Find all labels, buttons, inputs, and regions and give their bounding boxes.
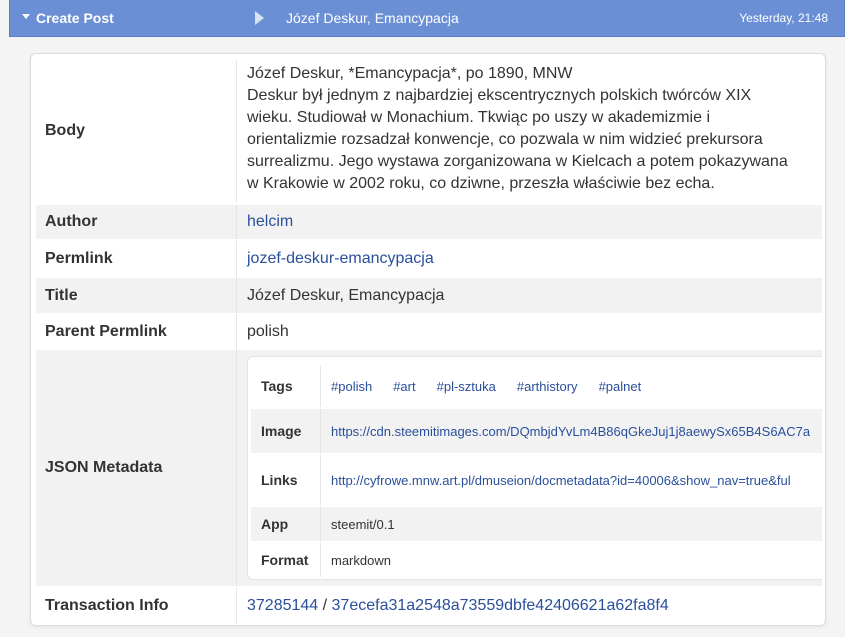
- operation-header[interactable]: Create Post Józef Deskur, Emancypacja Ye…: [9, 0, 845, 37]
- transaction-info-label: Transaction Info: [36, 588, 237, 624]
- meta-format-label: Format: [251, 543, 321, 577]
- tag-link[interactable]: #palnet: [599, 379, 642, 394]
- body-text: Józef Deskur, *Emancypacja*, po 1890, MN…: [247, 65, 788, 192]
- meta-links-link[interactable]: http://cyfrowe.mnw.art.pl/dmuseion/docme…: [331, 473, 791, 488]
- meta-tags-label: Tags: [251, 365, 321, 407]
- body-row: Body Józef Deskur, *Emancypacja*, po 189…: [36, 60, 822, 202]
- tag-link[interactable]: #pl-sztuka: [437, 379, 496, 394]
- title-value: Józef Deskur, Emancypacja: [247, 286, 445, 304]
- tag-link[interactable]: #polish: [331, 379, 372, 394]
- post-title: Józef Deskur, Emancypacja: [286, 10, 459, 26]
- block-number-link[interactable]: 37285144: [247, 597, 318, 615]
- meta-format-row: Format markdown: [251, 543, 822, 577]
- meta-image-link[interactable]: https://cdn.steemitimages.com/DQmbjdYvLm…: [331, 424, 810, 439]
- timestamp: Yesterday, 21:48: [739, 11, 828, 25]
- title-row: Title Józef Deskur, Emancypacja: [36, 278, 822, 313]
- meta-links-label: Links: [251, 455, 321, 505]
- author-label: Author: [36, 205, 237, 239]
- separator: /: [318, 597, 332, 614]
- permlink-link[interactable]: jozef-deskur-emancypacja: [247, 250, 434, 268]
- parent-permlink-label: Parent Permlink: [36, 314, 237, 349]
- tag-link[interactable]: #arthistory: [517, 379, 578, 394]
- meta-image-label: Image: [251, 409, 321, 453]
- parent-permlink-row: Parent Permlink polish: [36, 314, 822, 349]
- body-value: Józef Deskur, *Emancypacja*, po 1890, MN…: [237, 60, 822, 202]
- tag-link[interactable]: #art: [393, 379, 415, 394]
- operation-details-card: Body Józef Deskur, *Emancypacja*, po 189…: [30, 53, 826, 626]
- json-metadata-row: JSON Metadata Tags #polish #art #pl-sztu…: [36, 350, 822, 586]
- author-row: Author helcim: [36, 205, 822, 239]
- meta-links-row: Links http://cyfrowe.mnw.art.pl/dmuseion…: [251, 455, 822, 505]
- body-label: Body: [36, 60, 237, 202]
- meta-format-value: markdown: [331, 552, 391, 568]
- meta-tags-value: #polish #art #pl-sztuka #arthistory #pal…: [321, 365, 822, 407]
- meta-tags-row: Tags #polish #art #pl-sztuka #arthistory…: [251, 365, 822, 407]
- parent-permlink-value: polish: [247, 322, 289, 340]
- json-metadata-table: Tags #polish #art #pl-sztuka #arthistory…: [247, 356, 822, 580]
- json-metadata-label: JSON Metadata: [36, 350, 237, 586]
- meta-app-label: App: [251, 507, 321, 541]
- author-link[interactable]: helcim: [247, 213, 293, 231]
- transaction-id-link[interactable]: 37ecefa31a2548a73559dbfe42406621a62fa8f4: [332, 597, 669, 615]
- transaction-info-row: Transaction Info 37285144 / 37ecefa31a25…: [36, 588, 822, 624]
- operation-type: Create Post: [36, 10, 114, 26]
- play-icon: [255, 11, 264, 25]
- meta-app-value: steemit/0.1: [331, 516, 395, 532]
- meta-image-row: Image https://cdn.steemitimages.com/DQmb…: [251, 409, 822, 453]
- collapse-caret-icon[interactable]: [22, 14, 30, 19]
- permlink-row: Permlink jozef-deskur-emancypacja: [36, 241, 822, 277]
- permlink-label: Permlink: [36, 241, 237, 277]
- meta-app-row: App steemit/0.1: [251, 507, 822, 541]
- title-label: Title: [36, 278, 237, 313]
